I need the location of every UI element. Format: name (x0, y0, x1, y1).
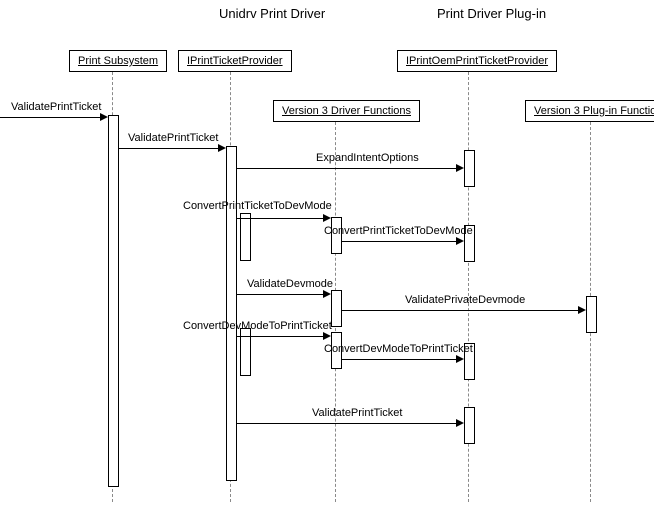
activation-iprintoem-4 (464, 407, 475, 444)
arrowhead-m2 (456, 164, 464, 172)
msg-validateprintticket-1: ValidatePrintTicket (128, 132, 218, 144)
arrow-m7 (237, 336, 325, 337)
msg-validateprintticket-2: ValidatePrintTicket (312, 407, 402, 419)
participant-v3-plugin: Version 3 Plug-in Functions (525, 100, 654, 122)
arrow-m3 (237, 218, 325, 219)
msg-expandintentoptions: ExpandIntentOptions (316, 152, 419, 164)
arrowhead-m0 (100, 113, 108, 121)
sequence-diagram: Unidrv Print Driver Print Driver Plug-in… (0, 0, 654, 517)
arrow-m5 (237, 294, 325, 295)
activation-v3-driver-2 (331, 290, 342, 327)
arrowhead-m9 (456, 419, 464, 427)
arrow-m1 (119, 148, 220, 149)
msg-convertdm2pt-2: ConvertDevModeToPrintTicket (324, 343, 473, 355)
participant-print-subsystem: Print Subsystem (69, 50, 167, 72)
activation-v3-plugin (586, 296, 597, 333)
participant-v3-driver: Version 3 Driver Functions (273, 100, 420, 122)
arrowhead-m4 (456, 237, 464, 245)
arrowhead-m6 (578, 306, 586, 314)
participant-iprintoem: IPrintOemPrintTicketProvider (397, 50, 557, 72)
msg-validateprintticket-ext: ValidatePrintTicket (11, 101, 101, 113)
arrowhead-m8 (456, 355, 464, 363)
participant-iprinttktprov: IPrintTicketProvider (178, 50, 292, 72)
activation-iprintoem-1 (464, 150, 475, 187)
msg-convertpt2dm-2: ConvertPrintTicketToDevMode (324, 225, 473, 237)
arrow-m9 (237, 423, 458, 424)
arrowhead-m7 (323, 332, 331, 340)
arrowhead-m5 (323, 290, 331, 298)
group-title-unidrv: Unidrv Print Driver (219, 6, 325, 21)
arrowhead-m1 (218, 144, 226, 152)
msg-convertpt2dm-1: ConvertPrintTicketToDevMode (183, 200, 332, 212)
msg-convertdm2pt-1: ConvertDevModeToPrintTicket (183, 320, 332, 332)
activation-print-subsystem (108, 115, 119, 487)
activation-iprinttktprov (226, 146, 237, 481)
arrowhead-m3 (323, 214, 331, 222)
arrow-m2 (237, 168, 458, 169)
arrow-m8 (342, 359, 458, 360)
activation-iprinttktprov-nested-1 (240, 213, 251, 261)
group-title-plugin: Print Driver Plug-in (437, 6, 546, 21)
arrow-m6 (342, 310, 580, 311)
msg-validateprivatedevmode: ValidatePrivateDevmode (405, 294, 525, 306)
msg-validatedevmode: ValidateDevmode (247, 278, 333, 290)
arrow-m0 (0, 117, 102, 118)
arrow-m4 (342, 241, 458, 242)
